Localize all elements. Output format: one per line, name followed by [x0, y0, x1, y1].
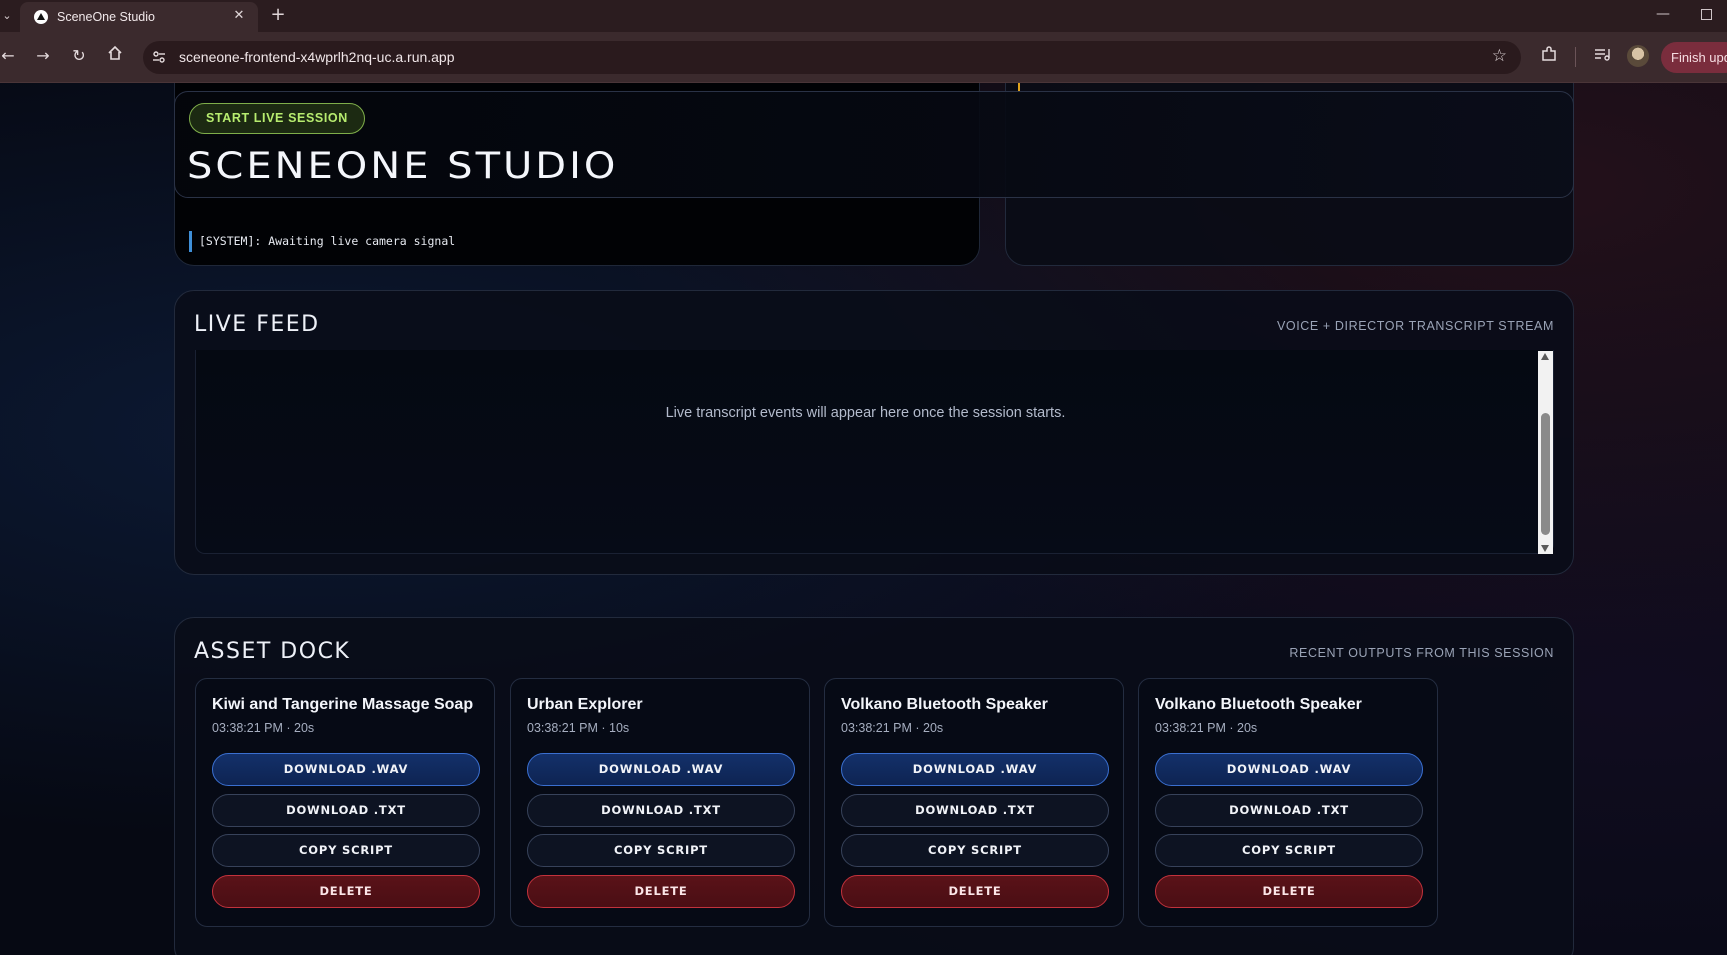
asset-meta: 03:38:21 PM · 20s — [841, 721, 944, 735]
star-icon[interactable]: ☆ — [1492, 46, 1507, 66]
asset-card: Volkano Bluetooth Speaker 03:38:21 PM · … — [1138, 678, 1438, 927]
scroll-thumb[interactable] — [1541, 413, 1550, 535]
asset-dock-title: ASSET DOCK — [194, 639, 351, 664]
scroll-down-icon[interactable] — [1541, 545, 1549, 552]
asset-name: Kiwi and Tangerine Massage Soap — [212, 696, 474, 713]
favicon-icon — [34, 10, 48, 24]
transcript-empty-message: Live transcript events will appear here … — [665, 405, 1066, 421]
delete-button[interactable]: DELETE — [212, 875, 480, 908]
page: START LIVE SESSION SCENEONE STUDIO [SYST… — [0, 83, 1727, 955]
side-accent — [1018, 83, 1020, 91]
asset-dock-subtitle: RECENT OUTPUTS FROM THIS SESSION — [1289, 646, 1554, 660]
copy-script-button[interactable]: COPY SCRIPT — [527, 834, 795, 867]
browser-toolbar: ← → ↻ sceneone-frontend-x4wprlh2nq-uc.a.… — [0, 32, 1727, 83]
scroll-up-icon[interactable] — [1541, 353, 1549, 360]
download-txt-button[interactable]: DOWNLOAD .TXT — [527, 794, 795, 827]
browser-tab-bar: ⌄ SceneOne Studio ✕ + — — [0, 0, 1727, 32]
asset-card: Volkano Bluetooth Speaker 03:38:21 PM · … — [824, 678, 1124, 927]
plus-icon[interactable]: + — [268, 5, 288, 25]
forward-icon[interactable]: → — [32, 45, 54, 67]
download-wav-button[interactable]: DOWNLOAD .WAV — [527, 753, 795, 786]
page-title: SCENEONE STUDIO — [187, 144, 619, 188]
address-bar[interactable]: sceneone-frontend-x4wprlh2nq-uc.a.run.ap… — [143, 41, 1521, 74]
download-txt-button[interactable]: DOWNLOAD .TXT — [1155, 794, 1423, 827]
copy-script-button[interactable]: COPY SCRIPT — [841, 834, 1109, 867]
system-log: [SYSTEM]: Awaiting live camera signal — [189, 231, 455, 252]
asset-card: Urban Explorer 03:38:21 PM · 10s DOWNLOA… — [510, 678, 810, 927]
transcript-stream[interactable]: Live transcript events will appear here … — [195, 350, 1554, 554]
reload-icon[interactable]: ↻ — [68, 45, 90, 67]
transcript-scrollbar[interactable] — [1538, 351, 1553, 554]
close-icon[interactable]: ✕ — [230, 7, 248, 25]
asset-meta: 03:38:21 PM · 20s — [212, 721, 315, 735]
home-icon[interactable] — [104, 45, 126, 67]
browser-tab[interactable]: SceneOne Studio ✕ — [20, 2, 258, 32]
delete-button[interactable]: DELETE — [841, 875, 1109, 908]
download-wav-button[interactable]: DOWNLOAD .WAV — [212, 753, 480, 786]
download-wav-button[interactable]: DOWNLOAD .WAV — [1155, 753, 1423, 786]
finish-update-button[interactable]: Finish upd — [1661, 42, 1727, 73]
toolbar-divider — [1575, 47, 1576, 67]
delete-button[interactable]: DELETE — [527, 875, 795, 908]
copy-script-button[interactable]: COPY SCRIPT — [1155, 834, 1423, 867]
asset-card: Kiwi and Tangerine Massage Soap 03:38:21… — [195, 678, 495, 927]
site-info-icon[interactable] — [151, 49, 167, 65]
extensions-icon[interactable] — [1538, 45, 1560, 67]
media-icon[interactable] — [1591, 45, 1613, 67]
chevron-down-icon[interactable]: ⌄ — [0, 7, 14, 25]
back-icon[interactable]: ← — [0, 45, 19, 67]
asset-meta: 03:38:21 PM · 10s — [527, 721, 630, 735]
avatar[interactable] — [1627, 45, 1649, 67]
minimize-icon[interactable]: — — [1656, 6, 1670, 26]
asset-name: Volkano Bluetooth Speaker — [841, 696, 1048, 713]
copy-script-button[interactable]: COPY SCRIPT — [212, 834, 480, 867]
asset-meta: 03:38:21 PM · 20s — [1155, 721, 1258, 735]
download-wav-button[interactable]: DOWNLOAD .WAV — [841, 753, 1109, 786]
tab-title: SceneOne Studio — [57, 10, 155, 24]
live-feed-title: LIVE FEED — [194, 312, 320, 337]
asset-name: Volkano Bluetooth Speaker — [1155, 696, 1362, 713]
start-live-session-button[interactable]: START LIVE SESSION — [189, 103, 365, 134]
download-txt-button[interactable]: DOWNLOAD .TXT — [212, 794, 480, 827]
maximize-icon[interactable] — [1701, 9, 1712, 20]
live-feed-subtitle: VOICE + DIRECTOR TRANSCRIPT STREAM — [1276, 319, 1554, 333]
download-txt-button[interactable]: DOWNLOAD .TXT — [841, 794, 1109, 827]
asset-name: Urban Explorer — [527, 696, 643, 713]
delete-button[interactable]: DELETE — [1155, 875, 1423, 908]
url-text: sceneone-frontend-x4wprlh2nq-uc.a.run.ap… — [179, 49, 455, 65]
